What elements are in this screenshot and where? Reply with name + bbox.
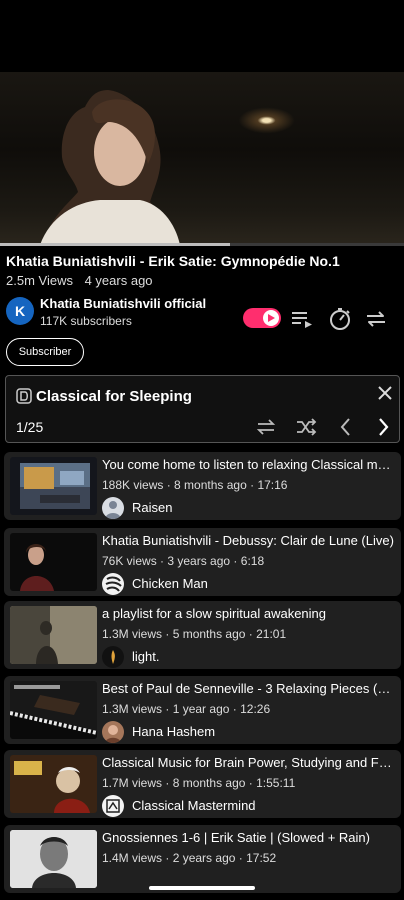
channel-name[interactable]: Khatia Buniatishvili official: [40, 296, 206, 311]
shuffle-icon[interactable]: [295, 416, 317, 438]
video-title: Khatia Buniatishvili - Erik Satie: Gymno…: [6, 253, 340, 269]
playlist-repeat-icon[interactable]: [255, 416, 277, 438]
item-channel: Hana Hashem: [132, 724, 216, 739]
subscriber-count: 117K subscribers: [40, 314, 132, 328]
item-meta: 188K views · 8 months ago · 17:16: [102, 478, 288, 492]
channel-avatar: [102, 646, 124, 668]
video-meta: 2.5m Views 4 years ago: [6, 273, 153, 288]
channel-avatar: [102, 721, 124, 743]
video-thumbnail: [10, 755, 97, 813]
video-thumbnail: [10, 830, 97, 888]
channel-avatar: [102, 497, 124, 519]
repeat-icon[interactable]: [364, 307, 388, 331]
add-to-queue-icon[interactable]: [290, 307, 314, 331]
close-icon[interactable]: [376, 384, 394, 402]
channel-avatar: [102, 573, 124, 595]
list-item[interactable]: Gnossiennes 1-6 | Erik Satie | (Slowed +…: [4, 825, 401, 893]
home-indicator[interactable]: [149, 886, 255, 890]
playlist-panel: Classical for Sleeping 1/25: [5, 375, 400, 443]
item-channel: Raisen: [132, 500, 173, 515]
playlist-title: Classical for Sleeping: [36, 388, 192, 405]
upload-age: 4 years ago: [84, 273, 153, 288]
list-item[interactable]: You come home to listen to relaxing Clas…: [4, 452, 401, 520]
channel-avatar: [102, 795, 124, 817]
channel-avatar[interactable]: K: [6, 297, 34, 325]
item-title: Best of Paul de Senneville - 3 Relaxing …: [102, 681, 394, 696]
item-meta: 76K views · 3 years ago · 6:18: [102, 554, 265, 568]
video-thumbnail: [10, 457, 97, 515]
item-title: Khatia Buniatishvili - Debussy: Clair de…: [102, 533, 394, 548]
item-meta: 1.3M views · 5 months ago · 21:01: [102, 627, 287, 641]
playlist-icon: [16, 388, 32, 404]
timer-icon[interactable]: [328, 307, 352, 331]
autoplay-knob: [263, 310, 279, 326]
item-meta: 1.4M views · 2 years ago · 17:52: [102, 851, 277, 865]
list-item[interactable]: a playlist for a slow spiritual awakenin…: [4, 601, 401, 669]
item-channel: Chicken Man: [132, 576, 208, 591]
item-title: Classical Music for Brain Power, Studyin…: [102, 755, 394, 770]
item-title: Gnossiennes 1-6 | Erik Satie | (Slowed +…: [102, 830, 370, 845]
video-progress-fill: [0, 243, 231, 246]
playlist-position: 1/25: [16, 419, 44, 435]
list-item[interactable]: Best of Paul de Senneville - 3 Relaxing …: [4, 676, 401, 744]
view-count: 2.5m Views: [6, 273, 73, 288]
item-meta: 1.7M views · 8 months ago · 1:55:11: [102, 776, 296, 790]
next-icon[interactable]: [372, 416, 394, 438]
item-channel: Classical Mastermind: [132, 798, 256, 813]
video-player[interactable]: [0, 72, 404, 245]
play-icon: [268, 314, 275, 322]
previous-icon[interactable]: [335, 416, 357, 438]
item-channel: light.: [132, 649, 160, 664]
item-title: You come home to listen to relaxing Clas…: [102, 457, 394, 472]
video-thumbnail: [10, 533, 97, 591]
subscribe-button[interactable]: Subscriber: [6, 338, 84, 366]
item-title: a playlist for a slow spiritual awakenin…: [102, 606, 326, 621]
video-progress-bar[interactable]: [0, 243, 404, 246]
video-thumbnail: [10, 681, 97, 739]
list-item[interactable]: Khatia Buniatishvili - Debussy: Clair de…: [4, 528, 401, 596]
video-frame-figure: [40, 90, 180, 245]
item-meta: 1.3M views · 1 year ago · 12:26: [102, 702, 271, 716]
autoplay-toggle[interactable]: [243, 308, 281, 328]
list-item[interactable]: Classical Music for Brain Power, Studyin…: [4, 750, 401, 818]
video-thumbnail: [10, 606, 97, 664]
